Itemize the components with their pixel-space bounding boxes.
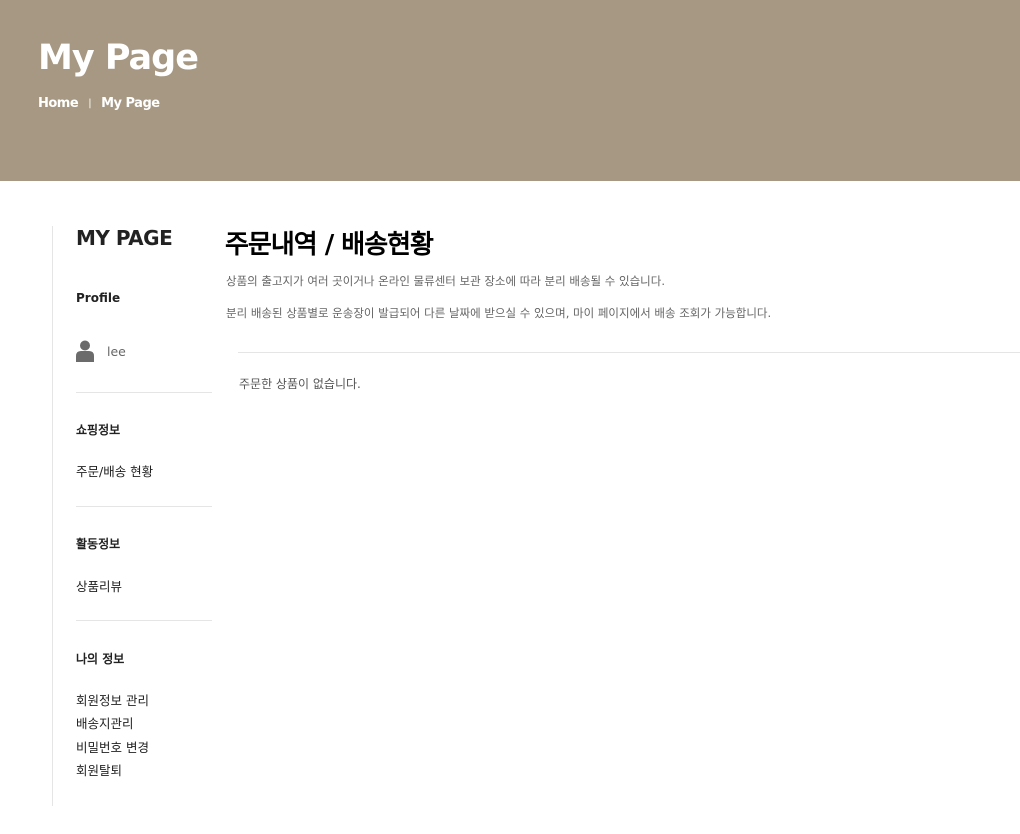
username: lee xyxy=(107,343,126,359)
page-hero: My Page Home | My Page xyxy=(0,0,1020,181)
section-heading-shopping: 쇼핑정보 xyxy=(76,423,121,437)
sidebar-link-order-status[interactable]: 주문/배송 현황 xyxy=(76,461,153,480)
user-profile: lee xyxy=(76,340,126,362)
description-line: 분리 배송된 상품별로 운송장이 발급되어 다른 날짜에 받으실 수 있으며, … xyxy=(226,306,772,320)
description-line: 상품의 출고지가 여러 곳이거나 온라인 물류센터 보관 장소에 따라 분리 배… xyxy=(226,274,665,288)
sidebar-link-addresses[interactable]: 배송지관리 xyxy=(76,713,134,732)
page-hero-title: My Page xyxy=(38,38,199,78)
breadcrumb: Home | My Page xyxy=(38,96,160,111)
sidebar-link-reviews[interactable]: 상품리뷰 xyxy=(76,576,122,595)
section-heading-activity: 활동정보 xyxy=(76,537,121,551)
sidebar-link-withdraw[interactable]: 회원탈퇴 xyxy=(76,760,122,779)
breadcrumb-separator: | xyxy=(88,98,92,109)
sidebar-link-member-info[interactable]: 회원정보 관리 xyxy=(76,690,149,709)
divider xyxy=(76,620,212,621)
divider xyxy=(76,392,212,393)
divider xyxy=(76,506,212,507)
sidebar-title: MY PAGE xyxy=(76,226,173,250)
profile-heading: Profile xyxy=(76,291,121,305)
page-title: 주문내역 / 배송현황 xyxy=(225,230,434,260)
user-icon xyxy=(76,340,94,362)
breadcrumb-home[interactable]: Home xyxy=(38,96,79,111)
section-heading-my-info: 나의 정보 xyxy=(76,652,125,666)
sidebar: MY PAGE Profile lee 쇼핑정보 주문/배송 현황 활동정보 상… xyxy=(52,226,212,806)
sidebar-link-change-password[interactable]: 비밀번호 변경 xyxy=(76,737,149,756)
divider xyxy=(238,352,1020,353)
empty-orders-message: 주문한 상품이 없습니다. xyxy=(239,377,361,391)
breadcrumb-current: My Page xyxy=(101,96,160,111)
